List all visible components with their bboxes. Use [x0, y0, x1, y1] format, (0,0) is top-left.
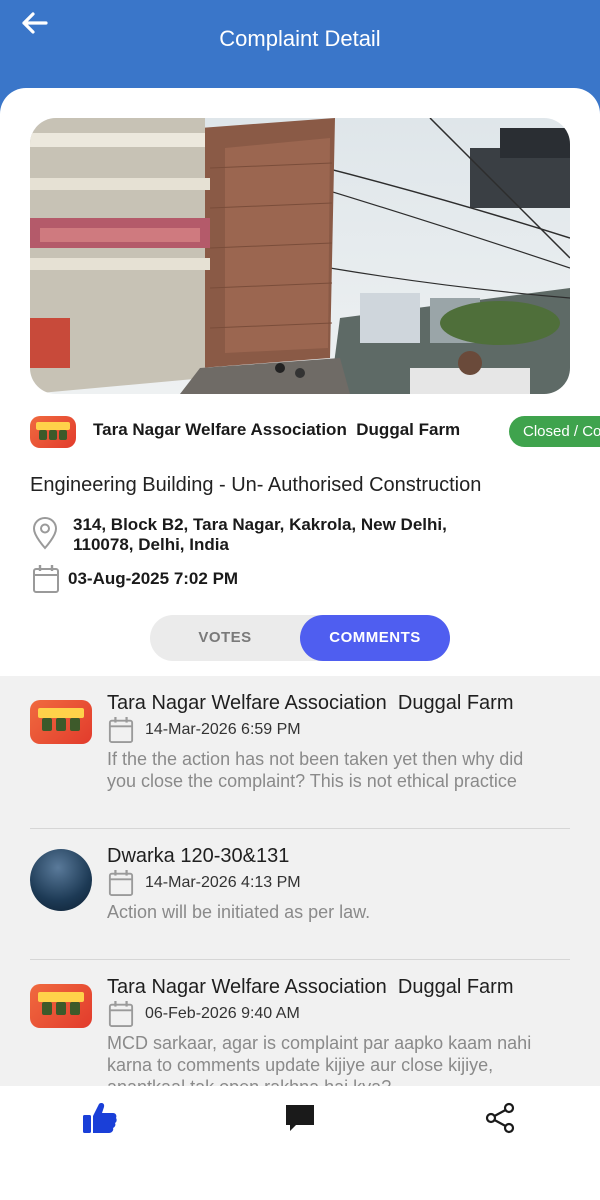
avatar [30, 849, 92, 911]
share-button[interactable] [480, 1100, 520, 1136]
complaint-date: 03-Aug-2025 7:02 PM [68, 569, 239, 588]
comment-text: MCD sarkaar, agar is complaint par aapko… [107, 1033, 532, 1086]
complaint-photo-image [30, 118, 570, 394]
vote-button[interactable] [80, 1100, 120, 1136]
comment-item: Dwarka 120-30&131 14-Mar-2026 4:13 PM Ac… [30, 829, 570, 959]
bottom-action-bar [0, 1086, 600, 1200]
comment-date: 14-Mar-2026 6:59 PM [145, 721, 301, 738]
comment-text: If the the action has not been taken yet… [107, 749, 524, 791]
calendar-icon [33, 565, 59, 593]
calendar-icon [108, 1001, 134, 1027]
comment-item: Tara Nagar Welfare Association Duggal Fa… [30, 960, 570, 1086]
comment-button[interactable] [280, 1100, 320, 1136]
votes-comments-tabs: VOTES COMMENTS [150, 615, 450, 661]
page-title: Complaint Detail [219, 26, 381, 51]
thumbs-up-icon [83, 1103, 117, 1133]
comment-icon [286, 1105, 314, 1131]
organization-row: Tara Nagar Welfare Association Duggal Fa… [30, 414, 600, 450]
complaint-photo[interactable] [30, 118, 570, 394]
avatar [30, 984, 92, 1028]
comments-list[interactable]: Tara Nagar Welfare Association Duggal Fa… [0, 676, 600, 1086]
calendar-icon [108, 870, 134, 896]
avatar [30, 700, 92, 744]
comment-author: Tara Nagar Welfare Association Duggal Fa… [107, 976, 514, 998]
comment-date: 14-Mar-2026 4:13 PM [145, 874, 301, 891]
comment-author: Dwarka 120-30&131 [107, 845, 290, 867]
complaint-address: 314, Block B2, Tara Nagar, Kakrola, New … [73, 515, 447, 554]
tab-votes[interactable]: VOTES [150, 615, 300, 661]
location-pin-icon [32, 516, 58, 550]
status-badge: Closed / Completed [509, 416, 600, 447]
comment-date: 06-Feb-2026 9:40 AM [145, 1005, 300, 1022]
comment-text: Action will be initiated as per law. [107, 902, 371, 922]
comment-author: Tara Nagar Welfare Association Duggal Fa… [107, 692, 514, 714]
complaint-category: Engineering Building - Un- Authorised Co… [30, 474, 482, 496]
organization-logo [30, 416, 76, 448]
calendar-icon [108, 717, 134, 743]
organization-name: Tara Nagar Welfare Association Duggal Fa… [93, 420, 461, 439]
comment-item: Tara Nagar Welfare Association Duggal Fa… [30, 676, 570, 826]
tab-comments[interactable]: COMMENTS [300, 615, 450, 661]
complaint-detail-card: Tara Nagar Welfare Association Duggal Fa… [0, 88, 600, 1200]
share-icon [485, 1102, 515, 1134]
